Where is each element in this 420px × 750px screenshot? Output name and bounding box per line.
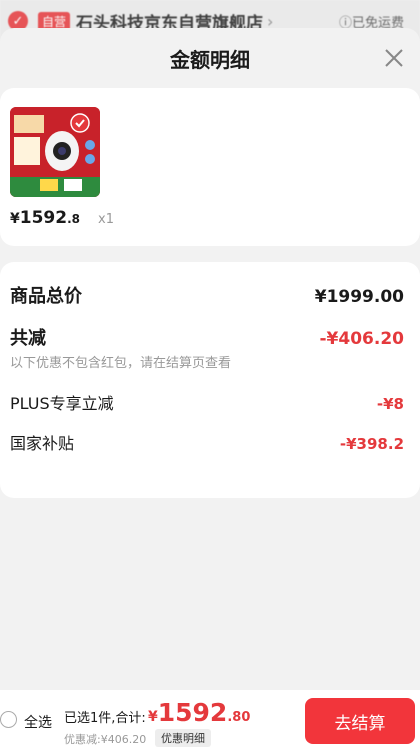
national-subsidy-row: 国家补贴 -¥398.2: [10, 430, 404, 454]
total-integer: 1592: [157, 698, 228, 727]
product-price: ¥ 1592 .8 x1: [10, 208, 114, 228]
amount-detail-sheet: 金额明细 ¥ 1592 .8 x1 商品总价 ¥1999.00 共减 -¥406…: [0, 28, 420, 750]
plus-discount-label: PLUS专享立减: [10, 394, 114, 413]
sheet-header: 金额明细: [0, 28, 420, 88]
total-amount: ¥ 1592 .80: [148, 698, 250, 727]
checkout-bar: 全选 已选1件,合计: ¥ 1592 .80 优惠减:¥406.20 优惠明细 …: [0, 690, 420, 750]
close-icon[interactable]: [380, 44, 408, 72]
total-price-value: ¥1999.00: [314, 287, 404, 307]
product-card: ¥ 1592 .8 x1: [0, 88, 420, 246]
discount-detail-button[interactable]: 优惠明细: [155, 729, 211, 747]
price-breakdown-card: 商品总价 ¥1999.00 共减 -¥406.20 以下优惠不包含红包，请在结算…: [0, 262, 420, 498]
select-all-radio[interactable]: [0, 711, 17, 728]
price-integer: 1592: [19, 208, 68, 228]
product-image[interactable]: [10, 107, 100, 197]
select-all-label[interactable]: 全选: [24, 712, 52, 732]
total-reduction-row: 共减 -¥406.20: [10, 324, 404, 350]
plus-discount-value: -¥8: [376, 395, 404, 413]
checkout-button[interactable]: 去结算: [305, 698, 415, 744]
total-price-row: 商品总价 ¥1999.00: [10, 282, 404, 308]
total-decimal: .80: [227, 710, 251, 725]
total-reduction-label: 共减: [10, 328, 46, 349]
national-subsidy-value: -¥398.2: [339, 435, 404, 453]
discount-amount: 优惠减:¥406.20: [64, 733, 147, 746]
selection-summary: 已选1件,合计:: [64, 711, 146, 726]
product-image-graphic: [10, 107, 100, 197]
total-reduction-value: -¥406.20: [319, 329, 405, 349]
national-subsidy-label: 国家补贴: [10, 434, 75, 453]
price-symbol: ¥: [10, 211, 20, 227]
total-price-label: 商品总价: [10, 286, 82, 307]
total-symbol: ¥: [148, 709, 158, 725]
plus-discount-row: PLUS专享立减 -¥8: [10, 390, 404, 414]
sheet-title: 金额明细: [170, 47, 250, 72]
price-decimal: .8: [67, 212, 80, 226]
discount-note: 以下优惠不包含红包，请在结算页查看: [10, 356, 232, 371]
product-quantity: x1: [98, 212, 114, 227]
